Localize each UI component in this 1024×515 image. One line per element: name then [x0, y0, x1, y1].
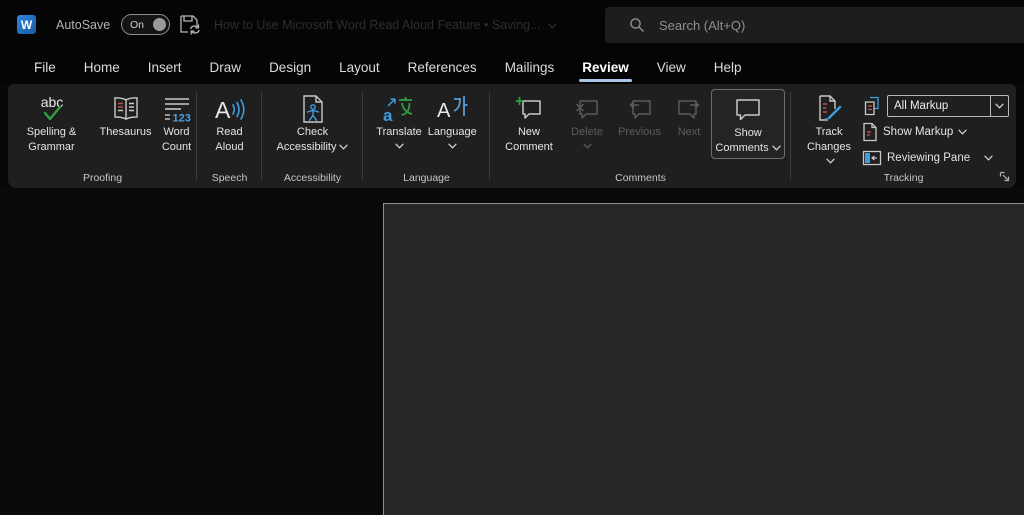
chevron-down-icon	[772, 145, 781, 151]
save-icon[interactable]	[179, 14, 201, 35]
track-changes-button[interactable]: Track Changes	[798, 89, 860, 172]
next-comment-icon	[676, 92, 702, 125]
svg-text:A: A	[215, 97, 231, 123]
tracking-dialog-launcher-icon[interactable]	[998, 170, 1011, 183]
autosave-toggle-knob	[153, 18, 166, 31]
tab-home[interactable]: Home	[70, 50, 134, 84]
group-label-comments: Comments	[490, 172, 791, 184]
group-label-accessibility: Accessibility	[262, 172, 363, 184]
group-label-speech: Speech	[197, 172, 262, 184]
display-for-review-icon	[862, 96, 882, 116]
translate-button[interactable]: a Translate	[373, 89, 424, 152]
ribbon-group-tracking: Track Changes All Markup	[791, 84, 1016, 188]
tab-mailings[interactable]: Mailings	[491, 50, 569, 84]
delete-comment-icon	[574, 92, 600, 125]
chevron-down-icon	[339, 144, 348, 150]
tab-layout[interactable]: Layout	[325, 50, 394, 84]
thesaurus-button[interactable]: Thesaurus	[95, 89, 157, 143]
title-bar: W AutoSave On How to Use Microsoft Word …	[0, 0, 1024, 50]
word-count-button[interactable]: 123 Word Count	[157, 89, 197, 157]
spelling-grammar-icon: abc	[32, 92, 72, 125]
check-accessibility-button[interactable]: Check Accessibility	[274, 89, 352, 157]
reviewing-pane-icon	[862, 149, 882, 167]
new-comment-icon	[515, 92, 543, 125]
tab-help[interactable]: Help	[700, 50, 756, 84]
autosave-toggle[interactable]: On	[121, 14, 170, 35]
svg-text:a: a	[383, 106, 393, 124]
show-markup-button[interactable]: Show Markup	[862, 121, 1009, 143]
group-label-tracking: Tracking	[791, 172, 1016, 184]
tab-review[interactable]: Review	[568, 50, 643, 84]
display-for-review-value: All Markup	[888, 100, 990, 112]
autosave-toggle-state: On	[130, 19, 144, 31]
word-app-icon[interactable]: W	[17, 15, 36, 34]
group-label-proofing: Proofing	[8, 172, 197, 184]
show-comments-button[interactable]: Show Comments	[711, 89, 785, 159]
read-aloud-button[interactable]: A Read Aloud	[210, 89, 250, 157]
track-changes-icon	[814, 92, 844, 125]
language-icon: A	[436, 92, 468, 125]
ribbon-group-accessibility: Check Accessibility Accessibility	[262, 84, 363, 188]
chevron-down-icon	[826, 158, 835, 164]
read-aloud-icon: A	[213, 92, 247, 125]
chevron-down-icon[interactable]	[990, 96, 1008, 116]
document-title[interactable]: How to Use Microsoft Word Read Aloud Fea…	[214, 18, 541, 32]
previous-comment-icon	[627, 92, 653, 125]
chevron-down-icon	[984, 155, 993, 161]
display-for-review-dropdown[interactable]: All Markup	[887, 95, 1009, 117]
translate-icon: a	[382, 92, 416, 125]
chevron-down-icon	[448, 143, 457, 149]
document-page[interactable]	[383, 203, 1024, 515]
ribbon-group-language: a Translate A	[363, 84, 490, 188]
word-count-icon: 123	[162, 92, 192, 125]
ribbon-tab-bar: File Home Insert Draw Design Layout Refe…	[0, 50, 1024, 84]
ribbon-group-comments: New Comment Delete	[490, 84, 791, 188]
next-comment-button[interactable]: Next	[667, 89, 711, 143]
tab-view[interactable]: View	[643, 50, 700, 84]
tab-insert[interactable]: Insert	[134, 50, 196, 84]
display-for-review-row: All Markup	[862, 95, 1009, 117]
language-button[interactable]: A Language	[425, 89, 480, 152]
tab-file[interactable]: File	[20, 50, 70, 84]
search-placeholder: Search (Alt+Q)	[659, 18, 745, 33]
ribbon: abc Spelling & Grammar	[8, 84, 1016, 188]
autosave-label: AutoSave	[56, 18, 110, 32]
svg-text:A: A	[437, 100, 451, 122]
delete-comment-button[interactable]: Delete	[562, 89, 612, 152]
chevron-down-icon	[395, 143, 404, 149]
new-comment-button[interactable]: New Comment	[496, 89, 562, 157]
check-accessibility-icon	[299, 92, 327, 125]
show-markup-icon	[862, 122, 878, 142]
search-input[interactable]: Search (Alt+Q)	[605, 7, 1024, 43]
search-icon	[629, 17, 645, 33]
reviewing-pane-button[interactable]: Reviewing Pane	[862, 147, 1009, 169]
tab-references[interactable]: References	[394, 50, 491, 84]
thesaurus-icon	[111, 92, 141, 125]
ribbon-group-speech: A Read Aloud Speech	[197, 84, 262, 188]
chevron-down-icon	[583, 143, 592, 149]
group-label-language: Language	[363, 172, 490, 184]
chevron-down-icon	[958, 129, 967, 135]
tab-design[interactable]: Design	[255, 50, 325, 84]
document-canvas	[0, 188, 1024, 515]
ribbon-group-proofing: abc Spelling & Grammar	[8, 84, 197, 188]
show-comments-icon	[733, 93, 763, 126]
spelling-grammar-button[interactable]: abc Spelling & Grammar	[9, 89, 95, 157]
svg-text:123: 123	[172, 112, 190, 123]
previous-comment-button[interactable]: Previous	[612, 89, 667, 143]
title-dropdown-chevron-icon[interactable]	[548, 23, 557, 29]
tab-draw[interactable]: Draw	[196, 50, 256, 84]
